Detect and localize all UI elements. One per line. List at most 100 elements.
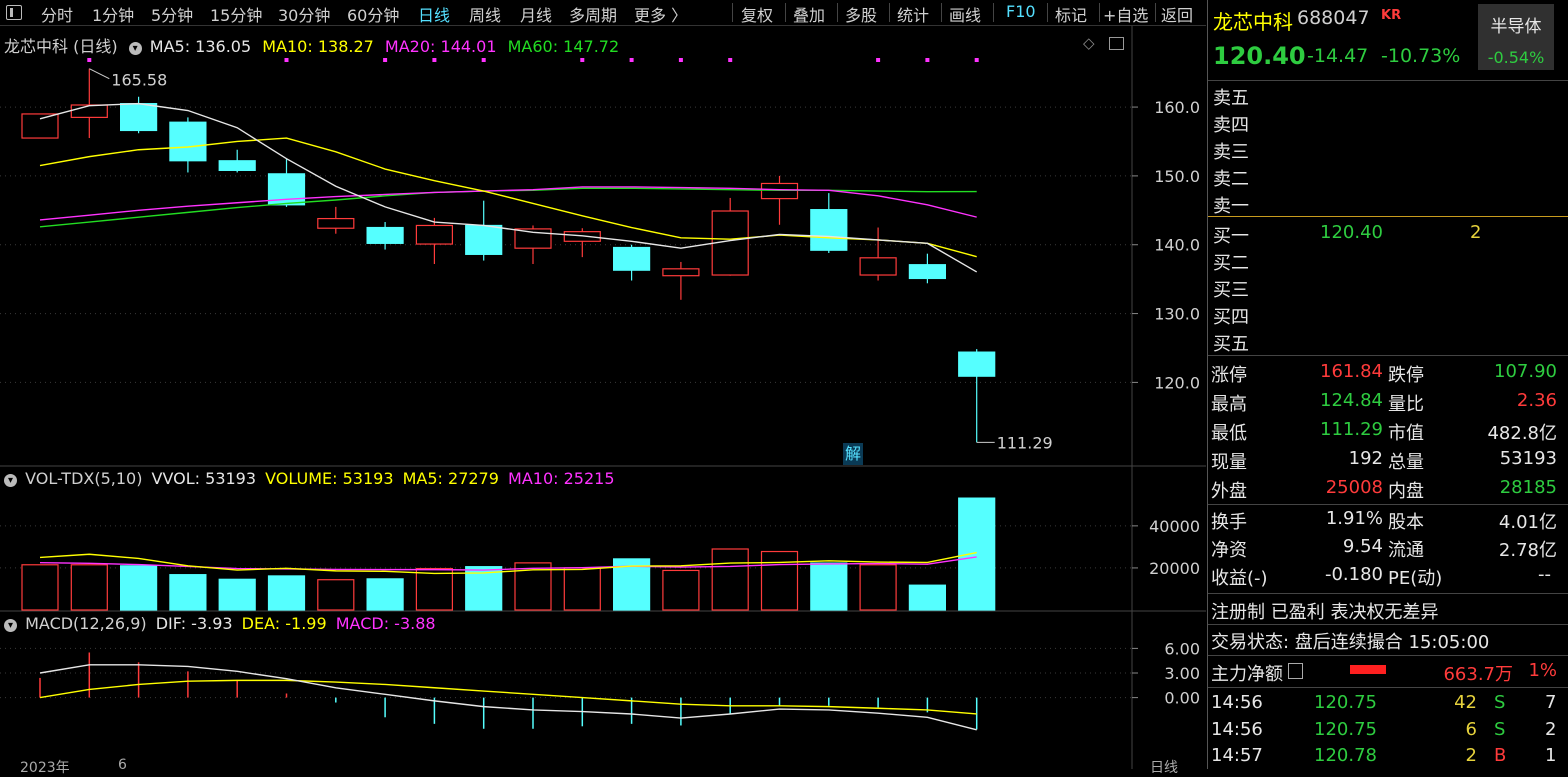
volume-bar: [810, 562, 848, 611]
bid-2: 买二: [1213, 253, 1249, 274]
low-value: 111.29: [1320, 419, 1383, 440]
inner-volume-label: 内盘: [1388, 481, 1424, 502]
current-volume-value: 192: [1348, 448, 1383, 469]
limit-up-label: 涨停: [1211, 365, 1247, 386]
dropdown-icon[interactable]: ▾: [4, 619, 17, 632]
bid-1-volume: 2: [1470, 222, 1482, 243]
event-marker: [629, 58, 634, 62]
sector-change: -0.54%: [1487, 48, 1545, 67]
turnover-label: 换手: [1211, 512, 1247, 533]
share-capital-label: 股本: [1388, 512, 1424, 533]
candle-body: [612, 246, 651, 271]
low-label: 最低: [1211, 423, 1247, 444]
bid-1: 买一: [1213, 226, 1249, 247]
ask-5: 卖五: [1213, 88, 1249, 109]
tick-time: 14:57: [1211, 745, 1263, 766]
pe-label: PE(动): [1388, 568, 1443, 589]
tick-volume: 2: [1465, 745, 1477, 766]
ma5-label: MA5: 136.05: [149, 37, 252, 56]
main-flow-pct: 1%: [1528, 660, 1557, 681]
dropdown-icon[interactable]: ▾: [128, 42, 142, 55]
event-marker: [580, 58, 585, 62]
stock-tag: KR: [1381, 8, 1402, 23]
volume-bar: [908, 584, 947, 611]
volume-bar: [119, 565, 158, 611]
tick-price: 120.75: [1314, 692, 1377, 713]
window-icon[interactable]: [1109, 37, 1124, 50]
dropdown-icon[interactable]: ▾: [4, 474, 17, 487]
price-tick-label: 160.0: [1154, 98, 1200, 117]
dif-label: DIF: -3.93: [155, 614, 233, 633]
volume-bar: [267, 575, 306, 611]
candle-body: [366, 226, 404, 244]
tick-time: 14:56: [1211, 692, 1263, 713]
tick-side: S: [1494, 692, 1506, 713]
tick-price: 120.78: [1314, 745, 1377, 766]
kline-chart[interactable]: 165.58 111.29 160.0 150.0 140.0 130.0 120.0 40…: [0, 0, 1206, 769]
date-axis-year: 2023年: [20, 760, 70, 776]
vol-title: VOL-TDX(5,10): [25, 469, 143, 488]
ask-3: 卖三: [1213, 142, 1249, 163]
stock-name: 龙芯中科: [1213, 10, 1293, 34]
eps-label: 收益(-): [1211, 568, 1268, 589]
high-pointer: [89, 68, 110, 80]
volume-bar: [317, 579, 355, 611]
macd-title: MACD(12,26,9): [25, 614, 147, 633]
main-legend: 龙芯中科 (日线) ▾ MA5: 136.05 MA10: 138.27 MA2…: [4, 33, 619, 57]
tick-count: 7: [1545, 692, 1557, 713]
period-label: 日线: [1150, 760, 1178, 776]
ask-2: 卖二: [1213, 169, 1249, 190]
event-marker: [87, 58, 92, 62]
sector-box[interactable]: 半导体 -0.54%: [1478, 4, 1554, 70]
tick-volume: 42: [1454, 692, 1477, 713]
limit-up-value: 161.84: [1320, 361, 1383, 382]
tick-count: 2: [1545, 719, 1557, 740]
market-cap-label: 市值: [1388, 423, 1424, 444]
list-icon[interactable]: [1288, 663, 1303, 679]
bid-3: 买三: [1213, 280, 1249, 301]
volume-bar: [563, 567, 601, 611]
candle-body: [415, 224, 453, 245]
event-marker: [678, 58, 683, 62]
volume-tick-label: 20000: [1149, 559, 1200, 578]
candle-body: [70, 104, 108, 118]
candle-body: [169, 121, 207, 162]
unlock-badge[interactable]: 解: [843, 443, 863, 465]
stock-tags: 注册制 已盈利 表决权无差异: [1211, 602, 1439, 623]
vol-ma10-label: MA10: 25215: [508, 469, 615, 488]
event-marker: [284, 58, 289, 62]
high-label: 最高: [1211, 394, 1247, 415]
dea-label: DEA: -1.99: [241, 614, 327, 633]
volume-legend: ▾ VOL-TDX(5,10) VVOL: 53193 VOLUME: 5319…: [4, 469, 615, 488]
total-volume-label: 总量: [1388, 452, 1424, 473]
tick-side: S: [1494, 719, 1506, 740]
tick-price: 120.75: [1314, 719, 1377, 740]
event-marker: [481, 58, 486, 62]
candle-body: [218, 160, 256, 171]
flow-bar: [1350, 665, 1386, 674]
low-annotation: 111.29: [997, 433, 1053, 452]
vol-ma5-label: MA5: 27279: [402, 469, 499, 488]
volume-bar: [366, 578, 404, 611]
bid-4: 买四: [1213, 307, 1249, 328]
volume-label: VOLUME: 53193: [265, 469, 394, 488]
volume-bar: [218, 578, 256, 611]
stock-code: 688047: [1297, 7, 1370, 29]
last-price: 120.40: [1213, 42, 1306, 70]
diamond-icon[interactable]: ◇: [1083, 34, 1095, 52]
volume-bar: [662, 569, 700, 611]
candle-body: [21, 113, 59, 139]
eps-value: -0.180: [1324, 564, 1383, 585]
candle-body: [958, 351, 996, 377]
quote-panel: 龙芯中科 688047 KR 半导体 -0.54% 120.40 -14.47 …: [1207, 0, 1568, 769]
outer-volume-label: 外盘: [1211, 481, 1247, 502]
candle-body: [465, 224, 503, 255]
event-marker: [925, 58, 930, 62]
event-marker: [974, 58, 979, 62]
net-assets-label: 净资: [1211, 540, 1247, 561]
volume-bar: [958, 497, 996, 611]
price-tick-label: 130.0: [1154, 305, 1200, 324]
ma10-label: MA10: 138.27: [262, 37, 374, 56]
candle-body: [317, 217, 355, 229]
chart-title: 龙芯中科 (日线): [4, 37, 118, 56]
